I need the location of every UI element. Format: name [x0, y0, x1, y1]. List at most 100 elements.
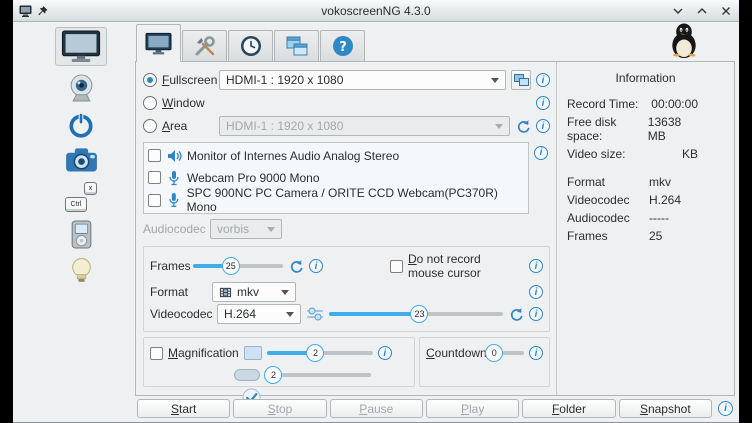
window-info-icon[interactable]: [536, 96, 550, 110]
window-radio[interactable]: [143, 96, 157, 110]
countdown-slider[interactable]: 0: [492, 343, 524, 363]
close-button[interactable]: [718, 3, 733, 18]
audio-device-row[interactable]: Monitor of Internes Audio Analog Stereo: [148, 146, 524, 165]
frames-info-icon[interactable]: [309, 259, 323, 273]
bottom-toolbar: Start Stop Pause Play Folder Snapshot: [135, 396, 735, 422]
pin-icon[interactable]: [37, 5, 48, 17]
magnification-zoom-handle[interactable]: 2: [306, 344, 324, 362]
audiocodec-label: Audiocodec: [143, 222, 205, 236]
sidebar-item-hotkeys[interactable]: x Ctrl: [65, 182, 97, 212]
sidebar-item-shade[interactable]: [70, 257, 93, 286]
chevron-down-icon: [286, 312, 294, 317]
screen-icon: [61, 30, 101, 63]
toolbar-info-icon[interactable]: [718, 401, 733, 416]
sidebar: x Ctrl: [13, 22, 135, 422]
chevron-down-icon: [491, 78, 499, 83]
area-row: Area HDMI-1 : 1920 x 1080: [143, 116, 550, 136]
player-icon: [70, 220, 93, 249]
magnification-preview-swatch[interactable]: [244, 346, 262, 360]
titlebar[interactable]: vokoscreenNG 4.3.0: [13, 0, 739, 22]
videocodec-info-icon[interactable]: [529, 307, 543, 321]
frames-slider[interactable]: 25: [193, 256, 283, 276]
info-format-value: mkv: [649, 175, 671, 189]
magnification-checkbox[interactable]: [150, 347, 163, 360]
videocodec-reset-button[interactable]: [508, 306, 524, 322]
videocodec-label: Videocodec: [150, 307, 212, 321]
fullscreen-screen-select[interactable]: HDMI-1 : 1920 x 1080: [219, 70, 506, 90]
videocodec-row: Videocodec H.264 23: [150, 304, 543, 324]
info-format-label: Format: [567, 175, 649, 189]
webcam-icon: [68, 74, 95, 103]
format-info-icon[interactable]: [529, 285, 543, 299]
audio-device-checkbox[interactable]: [148, 171, 161, 184]
sidebar-item-webcam[interactable]: [68, 74, 95, 103]
tab-windows[interactable]: [274, 30, 319, 61]
sidebar-item-screen[interactable]: [55, 27, 107, 66]
fullscreen-info-icon[interactable]: [536, 73, 550, 87]
area-info-icon[interactable]: [536, 119, 550, 133]
audio-device-checkbox[interactable]: [148, 194, 161, 207]
record-time-row: Record Time: 00:00:00: [567, 97, 724, 111]
videocodec-quality-handle[interactable]: 23: [410, 305, 428, 323]
mouse-cursor-checkbox[interactable]: [390, 260, 403, 273]
area-reset-button[interactable]: [515, 118, 531, 134]
sidebar-item-systray[interactable]: [67, 111, 95, 139]
magnification-info-icon[interactable]: [378, 346, 392, 360]
stop-button[interactable]: Stop: [233, 399, 326, 418]
audio-device-checkbox[interactable]: [148, 149, 161, 162]
minimize-button[interactable]: [670, 3, 685, 18]
countdown-label: Countdown: [426, 346, 487, 360]
area-screen-value: HDMI-1 : 1920 x 1080: [226, 119, 343, 133]
video-size-label: Video size:: [567, 147, 625, 161]
folder-button[interactable]: Folder: [522, 399, 615, 418]
video-size-row: Video size: KB: [567, 147, 724, 161]
format-select[interactable]: mkv: [212, 282, 296, 302]
audio-device-row[interactable]: Webcam Pro 9000 Mono: [148, 168, 524, 187]
tab-help[interactable]: ?: [320, 30, 365, 61]
info-audiocodec-label: Audiocodec: [567, 211, 649, 225]
magnification-zoom-slider[interactable]: 2: [267, 343, 373, 363]
tab-tools[interactable]: [182, 30, 227, 61]
screen-tab-icon: [145, 32, 172, 56]
maximize-button[interactable]: [694, 3, 709, 18]
audio-info-icon[interactable]: [534, 146, 548, 160]
tab-timer[interactable]: [228, 30, 273, 61]
play-button[interactable]: Play: [426, 399, 519, 418]
pause-button[interactable]: Pause: [330, 399, 423, 418]
magnification-shape-chip[interactable]: [234, 369, 260, 381]
frames-slider-handle[interactable]: 25: [222, 257, 240, 275]
all-screens-button[interactable]: [511, 70, 531, 90]
mouse-cursor-label: Do not record mouse cursor: [408, 252, 519, 280]
area-screen-select: HDMI-1 : 1920 x 1080: [219, 116, 510, 136]
sidebar-item-camera[interactable]: [65, 147, 98, 174]
mouse-cursor-info-icon[interactable]: [529, 259, 543, 273]
tools-icon: [193, 34, 217, 58]
audio-section: Monitor of Internes Audio Analog Stereo …: [143, 142, 550, 214]
info-audiocodec-value: -----: [649, 211, 669, 225]
clock-icon: [239, 34, 263, 58]
undo-icon: [516, 119, 531, 134]
countdown-handle[interactable]: 0: [485, 344, 503, 362]
window-row: Window: [143, 93, 550, 113]
sidebar-item-player[interactable]: [70, 220, 93, 249]
tab-screen[interactable]: [136, 24, 181, 62]
key-ctrl: Ctrl: [65, 197, 87, 212]
fullscreen-radio[interactable]: [143, 73, 157, 87]
start-button[interactable]: Start: [137, 399, 230, 418]
audio-device-list[interactable]: Monitor of Internes Audio Analog Stereo …: [143, 142, 529, 214]
frames-reset-button[interactable]: [288, 258, 304, 274]
snapshot-button[interactable]: Snapshot: [619, 399, 712, 418]
window-title: vokoscreenNG 4.3.0: [103, 4, 649, 18]
videocodec-quality-slider[interactable]: 23: [329, 304, 503, 324]
screen-tab-pane: Fullscreen HDMI-1 : 1920 x 1080: [135, 61, 735, 396]
magnification-size-slider[interactable]: 2: [265, 365, 371, 385]
vokoscreen-window: vokoscreenNG 4.3.0: [13, 0, 739, 423]
videocodec-select[interactable]: H.264: [217, 304, 301, 324]
tab-bar: ?: [135, 22, 735, 61]
countdown-info-icon[interactable]: [529, 346, 543, 360]
audio-device-row[interactable]: SPC 900NC PC Camera / ORITE CCD Webcam(P…: [148, 190, 524, 210]
area-radio[interactable]: [143, 119, 157, 133]
countdown-row: Countdown 0: [426, 343, 543, 363]
magnification-size-handle[interactable]: 2: [264, 366, 282, 384]
screen-controls: Fullscreen HDMI-1 : 1920 x 1080: [136, 62, 556, 395]
